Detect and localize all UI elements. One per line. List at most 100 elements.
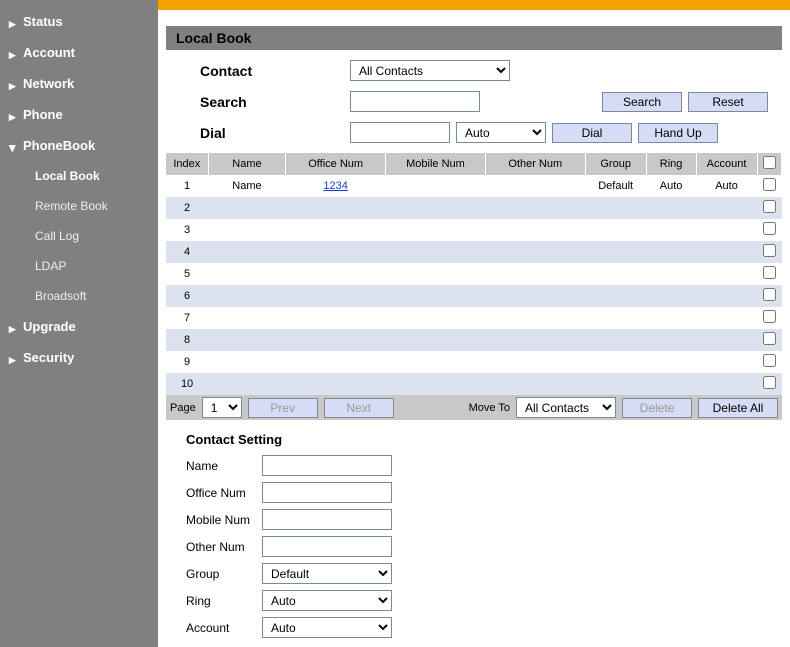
cell-ring <box>646 307 696 329</box>
cell-ring <box>646 197 696 219</box>
sidebar-subitem-call-log[interactable]: Call Log <box>3 221 158 251</box>
office-input[interactable] <box>262 482 392 503</box>
contact-label: Contact <box>180 63 350 79</box>
sidebar-item-phone[interactable]: Phone <box>3 99 158 130</box>
cell-group <box>585 351 646 373</box>
pager: Page 1 Prev Next Move To All Contacts De… <box>166 395 782 420</box>
top-accent-bar <box>158 0 790 10</box>
next-button[interactable]: Next <box>324 398 394 418</box>
cell-account <box>696 329 757 351</box>
sidebar-subitem-broadsoft[interactable]: Broadsoft <box>3 281 158 311</box>
dial-mode-select[interactable]: Auto <box>456 122 546 143</box>
page-select[interactable]: 1 <box>202 397 242 418</box>
reset-button[interactable]: Reset <box>688 92 768 112</box>
chevron-right-icon <box>9 352 16 368</box>
row-checkbox[interactable] <box>763 310 776 323</box>
row-checkbox[interactable] <box>763 178 776 191</box>
cell-group <box>585 329 646 351</box>
row-checkbox[interactable] <box>763 222 776 235</box>
cell-ring <box>646 351 696 373</box>
moveto-label: Move To <box>469 402 510 414</box>
cell-name <box>208 351 286 373</box>
row-checkbox[interactable] <box>763 244 776 257</box>
chevron-right-icon <box>9 16 16 32</box>
cell-office <box>286 219 386 241</box>
table-row[interactable]: 5 <box>166 263 782 285</box>
col-account: Account <box>696 153 757 175</box>
search-button[interactable]: Search <box>602 92 682 112</box>
row-checkbox[interactable] <box>763 332 776 345</box>
sidebar-item-status[interactable]: Status <box>3 6 158 37</box>
chevron-right-icon <box>9 47 16 63</box>
table-row[interactable]: 2 <box>166 197 782 219</box>
sidebar-item-label: Status <box>23 14 63 29</box>
dial-button[interactable]: Dial <box>552 123 632 143</box>
delete-button[interactable]: Delete <box>622 398 692 418</box>
cell-other <box>485 373 585 395</box>
table-row[interactable]: 8 <box>166 329 782 351</box>
cell-name <box>208 263 286 285</box>
other-input[interactable] <box>262 536 392 557</box>
account-select[interactable]: Auto <box>262 617 392 638</box>
cell-index: 8 <box>166 329 208 351</box>
sidebar-subitem-ldap[interactable]: LDAP <box>3 251 158 281</box>
prev-button[interactable]: Prev <box>248 398 318 418</box>
table-row[interactable]: 9 <box>166 351 782 373</box>
sidebar-item-upgrade[interactable]: Upgrade <box>3 311 158 342</box>
select-all-checkbox[interactable] <box>763 156 776 169</box>
contact-select[interactable]: All Contacts <box>350 60 510 81</box>
cell-index: 3 <box>166 219 208 241</box>
cell-office <box>286 373 386 395</box>
search-input[interactable] <box>350 91 480 112</box>
chevron-down-icon <box>9 140 16 156</box>
row-checkbox[interactable] <box>763 200 776 213</box>
cell-account <box>696 373 757 395</box>
cell-name <box>208 307 286 329</box>
table-row[interactable]: 10 <box>166 373 782 395</box>
dial-input[interactable] <box>350 122 450 143</box>
sidebar-item-phonebook[interactable]: PhoneBook <box>3 130 158 161</box>
cell-account <box>696 351 757 373</box>
cell-group <box>585 307 646 329</box>
table-row[interactable]: 3 <box>166 219 782 241</box>
cell-group <box>585 263 646 285</box>
sidebar-item-network[interactable]: Network <box>3 68 158 99</box>
cell-ring: Auto <box>646 175 696 197</box>
group-select[interactable]: Default <box>262 563 392 584</box>
sidebar-item-account[interactable]: Account <box>3 37 158 68</box>
cell-other <box>485 241 585 263</box>
cell-office <box>286 351 386 373</box>
handup-button[interactable]: Hand Up <box>638 123 718 143</box>
sidebar-item-label: Remote Book <box>35 199 108 213</box>
ring-label: Ring <box>186 594 262 608</box>
name-input[interactable] <box>262 455 392 476</box>
cell-group <box>585 241 646 263</box>
cell-account: Auto <box>696 175 757 197</box>
cell-ring <box>646 263 696 285</box>
table-row[interactable]: 1Name1234DefaultAutoAuto <box>166 175 782 197</box>
row-checkbox[interactable] <box>763 354 776 367</box>
sidebar-subitem-local-book[interactable]: Local Book <box>3 161 158 191</box>
moveto-select[interactable]: All Contacts <box>516 397 616 418</box>
dial-label: Dial <box>180 125 350 141</box>
mobile-input[interactable] <box>262 509 392 530</box>
cell-name <box>208 241 286 263</box>
row-checkbox[interactable] <box>763 266 776 279</box>
table-row[interactable]: 4 <box>166 241 782 263</box>
office-num-link[interactable]: 1234 <box>323 180 347 192</box>
ring-select[interactable]: Auto <box>262 590 392 611</box>
cell-other <box>485 329 585 351</box>
sidebar-subitem-remote-book[interactable]: Remote Book <box>3 191 158 221</box>
row-checkbox[interactable] <box>763 376 776 389</box>
cell-ring <box>646 219 696 241</box>
table-row[interactable]: 6 <box>166 285 782 307</box>
sidebar-item-security[interactable]: Security <box>3 342 158 373</box>
delete-all-button[interactable]: Delete All <box>698 398 778 418</box>
cell-mobile <box>386 241 486 263</box>
table-row[interactable]: 7 <box>166 307 782 329</box>
row-checkbox[interactable] <box>763 288 776 301</box>
cell-group <box>585 219 646 241</box>
col-ring: Ring <box>646 153 696 175</box>
cell-group <box>585 285 646 307</box>
cell-office <box>286 197 386 219</box>
